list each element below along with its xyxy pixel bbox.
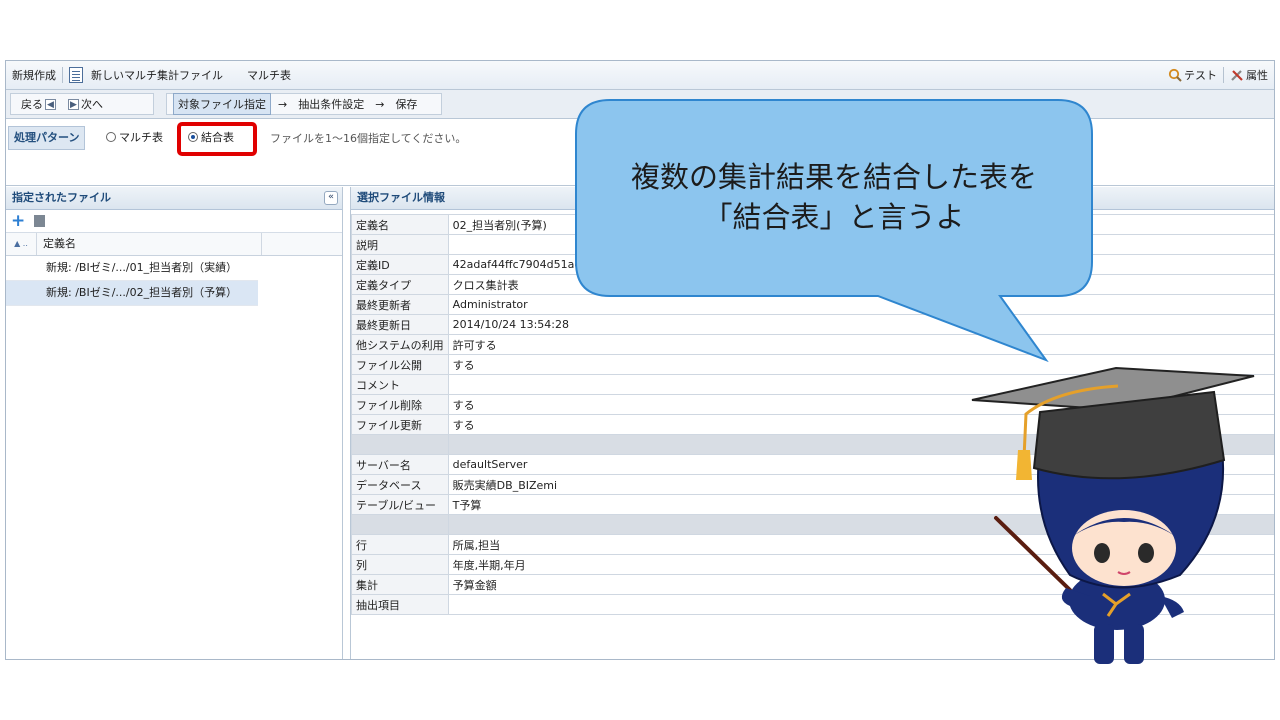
definition-name-column[interactable]: 定義名 — [37, 233, 262, 255]
property-key: 説明 — [351, 234, 449, 255]
next-button[interactable]: ▶ 次へ — [62, 96, 107, 112]
property-value: 許可する — [447, 334, 1274, 355]
property-row: コメント — [351, 374, 1274, 395]
wizard-steps: 対象ファイル指定 → 抽出条件設定 → 保存 — [166, 93, 442, 115]
file-list-item[interactable]: 新規: /BIゼミ/.../01_担当者別（実績） — [6, 256, 258, 281]
property-key: データベース — [351, 474, 449, 495]
property-row: データベース 販売実績DB_BIZemi — [351, 474, 1274, 495]
top-toolbar: 新規作成 新しいマルチ集計ファイル マルチ表 テスト 属性 — [6, 61, 1274, 90]
property-key — [351, 514, 449, 535]
step-save[interactable]: 保存 — [391, 94, 421, 114]
property-value: する — [447, 394, 1274, 415]
test-button[interactable]: テスト — [1162, 61, 1223, 89]
sort-ascending-icon[interactable]: ▲ .. — [6, 233, 37, 255]
back-button[interactable]: 戻る ◀ — [17, 96, 62, 112]
tools-icon — [1231, 70, 1243, 81]
table-type-label: マルチ表 — [247, 69, 291, 82]
property-key: 行 — [351, 534, 449, 555]
radio-off-icon — [106, 132, 116, 142]
trash-icon[interactable] — [34, 215, 46, 227]
property-separator-row — [351, 514, 1274, 535]
property-value: 所属,担当 — [447, 534, 1274, 555]
property-value: 予算金額 — [447, 574, 1274, 595]
property-value: T予算 — [447, 494, 1274, 515]
file-toolbar: + — [6, 210, 342, 233]
new-file-button[interactable]: 新規作成 — [6, 61, 62, 89]
callout-text: 複数の集計結果を結合した表を 「結合表」と言うよ — [576, 100, 1092, 294]
property-row: ファイル更新 する — [351, 414, 1274, 435]
properties-button[interactable]: 属性 — [1224, 61, 1274, 89]
property-row: テーブル/ビュー T予算 — [351, 494, 1274, 515]
property-value — [447, 514, 1274, 535]
property-value — [447, 374, 1274, 395]
property-key: 最終更新者 — [351, 294, 449, 315]
file-title-text: 新しいマルチ集計ファイル — [91, 69, 223, 82]
red-highlight-box — [177, 122, 257, 156]
step-arrow: → — [278, 97, 288, 111]
property-key: テーブル/ビュー — [351, 494, 449, 515]
property-key: 定義名 — [351, 214, 449, 235]
property-key: ファイル削除 — [351, 394, 449, 415]
property-key: 集計 — [351, 574, 449, 595]
property-row: 抽出項目 — [351, 594, 1274, 615]
property-separator-row — [351, 434, 1274, 455]
magnifier-icon — [1168, 68, 1182, 82]
arrow-right-icon: ▶ — [68, 98, 79, 110]
radio-multi-table[interactable]: マルチ表 — [106, 129, 163, 145]
property-key: 最終更新日 — [351, 314, 449, 335]
document-icon — [69, 67, 83, 83]
property-row: 最終更新日 2014/10/24 13:54:28 — [351, 314, 1274, 335]
property-key: 定義タイプ — [351, 274, 449, 295]
property-key: コメント — [351, 374, 449, 395]
property-row: サーバー名 defaultServer — [351, 454, 1274, 475]
property-key — [351, 434, 449, 455]
arrow-left-icon: ◀ — [45, 98, 56, 110]
step-target-files[interactable]: 対象ファイル指定 — [173, 93, 271, 115]
property-key: サーバー名 — [351, 454, 449, 475]
nav-buttons: 戻る ◀ ▶ 次へ — [10, 93, 154, 115]
pattern-label: 処理パターン — [8, 126, 86, 150]
file-list-item-selected[interactable]: 新規: /BIゼミ/.../02_担当者別（予算） — [6, 281, 258, 306]
callout-line-2: 「結合表」と言うよ — [703, 200, 965, 234]
property-value: defaultServer — [447, 454, 1274, 475]
collapse-icon[interactable]: « — [324, 191, 338, 205]
callout-line-1: 複数の集計結果を結合した表を — [630, 160, 1037, 194]
selected-files-panel: 指定されたファイル « + ▲ .. 定義名 新規: /BIゼミ/.../01_… — [6, 187, 343, 659]
file-title: 新しいマルチ集計ファイル — [63, 61, 229, 89]
property-value — [447, 434, 1274, 455]
pattern-hint: ファイルを1〜16個指定してください。 — [270, 132, 467, 145]
step-filter-conditions[interactable]: 抽出条件設定 — [294, 94, 368, 114]
property-key: ファイル公開 — [351, 354, 449, 375]
property-row: 集計 予算金額 — [351, 574, 1274, 595]
property-row: ファイル削除 する — [351, 394, 1274, 415]
property-value: Administrator — [447, 294, 1274, 315]
add-icon[interactable]: + — [11, 213, 25, 230]
property-key: 列 — [351, 554, 449, 575]
property-value: 2014/10/24 13:54:28 — [447, 314, 1274, 335]
property-value: する — [447, 414, 1274, 435]
property-value: 販売実績DB_BIZemi — [447, 474, 1274, 495]
property-row: 最終更新者 Administrator — [351, 294, 1274, 315]
property-key: 定義ID — [351, 254, 449, 275]
property-key: 他システムの利用 — [351, 334, 449, 355]
property-row: 行所属,担当 — [351, 534, 1274, 555]
property-key: 抽出項目 — [351, 594, 449, 615]
property-row: ファイル公開 する — [351, 354, 1274, 375]
property-row: 列年度,半期,年月 — [351, 554, 1274, 575]
property-value: 年度,半期,年月 — [447, 554, 1274, 575]
selected-files-header: 指定されたファイル « — [6, 187, 342, 210]
property-value — [447, 594, 1274, 615]
property-value: する — [447, 354, 1274, 375]
property-key: ファイル更新 — [351, 414, 449, 435]
step-arrow: → — [375, 97, 385, 111]
property-row: 他システムの利用 許可する — [351, 334, 1274, 355]
file-list-header: ▲ .. 定義名 — [6, 233, 342, 256]
